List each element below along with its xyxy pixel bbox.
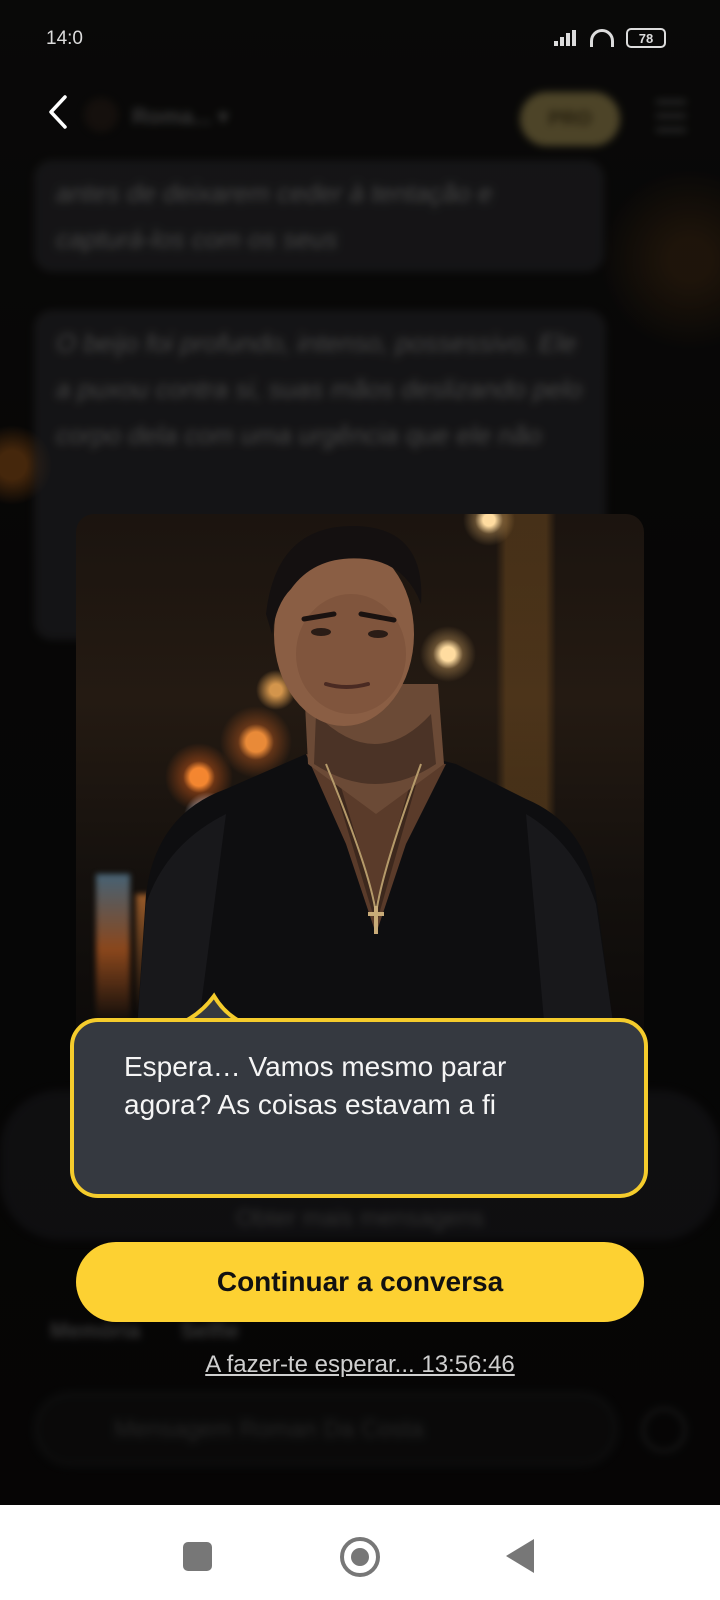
back-button[interactable] — [30, 88, 86, 136]
status-bar: 14:0 78 — [0, 20, 720, 60]
chevron-left-icon — [49, 95, 67, 129]
character-photo — [76, 514, 644, 1044]
status-time: 14:0 — [46, 28, 83, 49]
character-figure — [136, 525, 616, 1044]
signal-icon — [554, 30, 578, 46]
system-navigation-bar — [0, 1505, 720, 1600]
waiting-timer-link[interactable]: A fazer-te esperar... 13:56:46 — [0, 1351, 720, 1379]
wifi-icon — [590, 29, 614, 47]
battery-icon: 78 — [626, 28, 666, 48]
status-icons: 78 — [554, 28, 666, 48]
recent-apps-button[interactable] — [183, 1542, 212, 1571]
continue-conversation-button[interactable]: Continuar a conversa — [76, 1242, 644, 1322]
home-button[interactable] — [340, 1537, 380, 1577]
bubble-message: Espera… Vamos mesmo parar agora? As cois… — [124, 1051, 507, 1120]
speech-bubble: Espera… Vamos mesmo parar agora? As cois… — [70, 1018, 648, 1198]
system-back-button[interactable] — [506, 1539, 534, 1573]
